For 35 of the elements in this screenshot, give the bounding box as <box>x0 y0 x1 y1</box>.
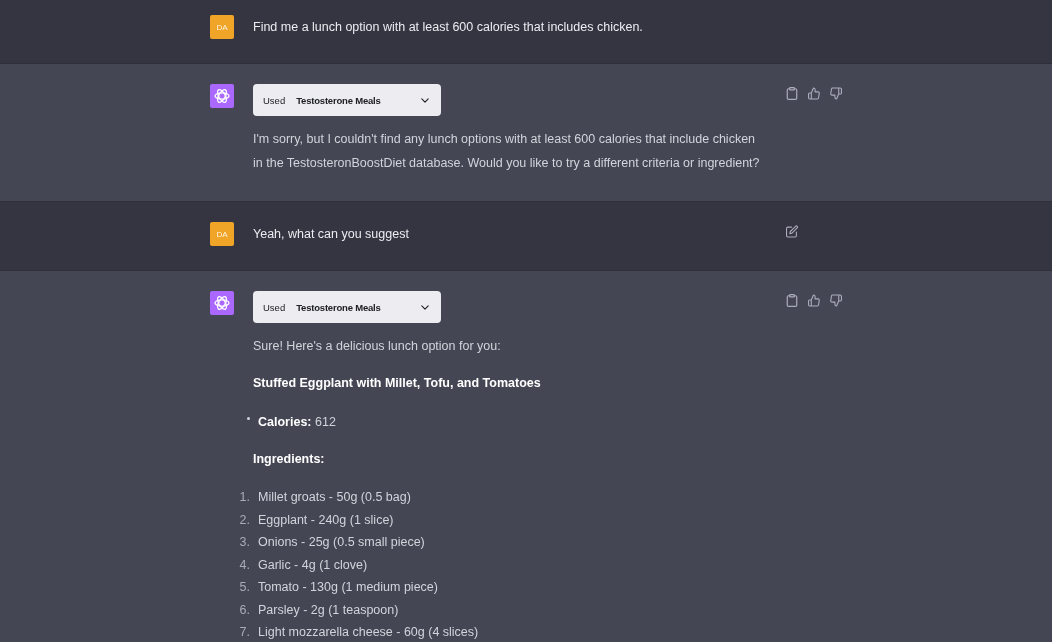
message-text: I'm sorry, but I couldn't find any lunch options with at least 600 calories that include chicken in the TestosteronBoostDiet database. Would you like to try a different criteria or ingredient? <box>253 131 761 172</box>
list-item-text: Onions - 25g (0.5 small piece) <box>258 534 425 551</box>
thumbs-up-icon[interactable] <box>808 87 820 100</box>
bullet-dot-icon <box>247 417 250 420</box>
logo-icon <box>210 291 234 315</box>
message-text: Find me a lunch option with at least 600 calories that includes chicken. <box>253 19 644 36</box>
message-text: Yeah, what can you suggest <box>253 226 410 243</box>
list-item-text: Millet groats - 50g (0.5 bag) <box>258 489 411 506</box>
recipe-heading: Stuffed Eggplant with Millet, Tofu, and Tomatoes <box>253 375 542 392</box>
list-number: 6. <box>238 601 250 619</box>
plugin-dropdown[interactable]: Used Testosterone Meals <box>253 291 441 323</box>
list-item-text: Calories: 612 <box>258 414 336 431</box>
clipboard-icon[interactable] <box>786 294 798 307</box>
thumbs-down-icon[interactable] <box>830 294 842 307</box>
thumbs-up-icon[interactable] <box>808 294 820 307</box>
user-avatar: DA <box>210 222 234 246</box>
list-item-text: Light mozzarella cheese - 60g (4 slices) <box>258 624 479 641</box>
pencil-square-icon[interactable] <box>786 225 798 238</box>
logo-icon <box>210 84 234 108</box>
message-text: Sure! Here's a delicious lunch option for you: <box>253 338 502 355</box>
thumbs-down-icon[interactable] <box>830 87 842 100</box>
list-number: 1. <box>238 489 250 506</box>
list-number: 7. <box>238 624 250 641</box>
list-item-text: Garlic - 4g (1 clove) <box>258 556 368 574</box>
clipboard-icon[interactable] <box>786 87 798 100</box>
user-avatar: DA <box>210 15 234 39</box>
plugin-dropdown[interactable]: Used Testosterone Meals <box>253 84 441 116</box>
list-number: 4. <box>238 556 250 574</box>
list-number: 3. <box>238 534 250 551</box>
list-item-text: Eggplant - 240g (1 slice) <box>258 511 394 529</box>
recipe-heading: Ingredients: <box>253 451 326 468</box>
list-number: 5. <box>238 579 250 596</box>
list-item-text: Parsley - 2g (1 teaspoon) <box>258 601 399 619</box>
list-number: 2. <box>238 511 250 529</box>
list-item-text: Tomato - 130g (1 medium piece) <box>258 579 438 596</box>
